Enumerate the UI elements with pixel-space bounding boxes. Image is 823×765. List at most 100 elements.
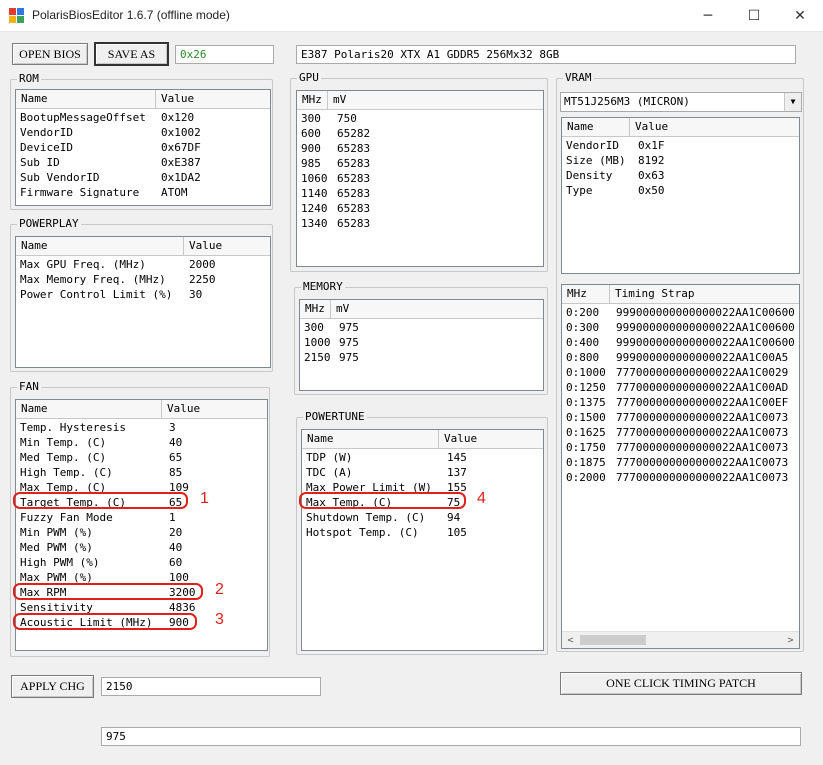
gpu-row[interactable]: 600 65282 xyxy=(297,126,543,141)
powertune-cell-value: 145 xyxy=(447,451,467,464)
fan-cell-name: High Temp. (C) xyxy=(20,466,113,479)
gpu-col-mhz[interactable]: MHz xyxy=(297,91,328,109)
fan-row[interactable]: Min PWM (%) 20 xyxy=(16,525,267,540)
rom-row[interactable]: DeviceID 0x67DF xyxy=(16,140,270,155)
rom-list[interactable]: Name Value BootupMessageOffset 0x120 Vendo… xyxy=(15,89,271,206)
bios-name-field[interactable]: E387 Polaris20 XTX A1 GDDR5 256Mx32 8GB xyxy=(296,45,796,64)
vram-cell-name: Size (MB) xyxy=(566,154,626,167)
gpu-row[interactable]: 1340 65283 xyxy=(297,216,543,231)
memory-col-mv[interactable]: mV xyxy=(331,300,543,318)
powertune-row[interactable]: TDC (A) 137 xyxy=(302,465,543,480)
gpu-row[interactable]: 1140 65283 xyxy=(297,186,543,201)
timing-row[interactable]: 0:1250 777000000000000022AA1C00AD xyxy=(562,380,799,395)
timing-row[interactable]: 0:300 999000000000000022AA1C00600 xyxy=(562,320,799,335)
scrollbar-thumb[interactable] xyxy=(580,635,646,645)
one-click-timing-patch-button[interactable]: ONE CLICK TIMING PATCH xyxy=(560,672,802,695)
gpu-row[interactable]: 300 750 xyxy=(297,111,543,126)
powerplay-list[interactable]: Name Value Max GPU Freq. (MHz) 2000 Max Me… xyxy=(15,236,271,368)
powerplay-row[interactable]: Max GPU Freq. (MHz) 2000 xyxy=(16,257,270,272)
timing-row[interactable]: 0:1750 777000000000000022AA1C0073 xyxy=(562,440,799,455)
gpu-col-mv[interactable]: mV xyxy=(328,91,543,109)
rom-row[interactable]: Firmware Signature ATOM xyxy=(16,185,270,200)
vram-row[interactable]: VendorID 0x1F xyxy=(562,138,799,153)
memory-row[interactable]: 1000 975 xyxy=(300,335,543,350)
edit-value2-field[interactable]: 975 xyxy=(101,727,801,746)
timing-row[interactable]: 0:200 999000000000000022AA1C00600 xyxy=(562,305,799,320)
open-bios-button[interactable]: OPEN BIOS xyxy=(12,43,88,65)
timing-strap-list[interactable]: MHz Timing Strap 0:200 999000000000000022… xyxy=(561,284,800,649)
powertune-row[interactable]: Shutdown Temp. (C) 94 xyxy=(302,510,543,525)
gpu-row[interactable]: 900 65283 xyxy=(297,141,543,156)
vram-col-value[interactable]: Value xyxy=(630,118,799,136)
fan-row[interactable]: High Temp. (C) 85 xyxy=(16,465,267,480)
fan-col-name[interactable]: Name xyxy=(16,400,162,418)
powertune-row[interactable]: Hotspot Temp. (C) 105 xyxy=(302,525,543,540)
vram-info-list[interactable]: Name Value VendorID 0x1F Size (MB) 8192 Dens… xyxy=(561,117,800,274)
powerplay-row[interactable]: Power Control Limit (%) 30 xyxy=(16,287,270,302)
rom-row[interactable]: VendorID 0x1002 xyxy=(16,125,270,140)
rom-col-name[interactable]: Name xyxy=(16,90,156,108)
memory-row[interactable]: 2150 975 xyxy=(300,350,543,365)
memory-col-mhz[interactable]: MHz xyxy=(300,300,331,318)
timing-row[interactable]: 0:2000 777000000000000022AA1C0073 xyxy=(562,470,799,485)
scroll-left-icon[interactable]: < xyxy=(562,632,579,648)
gpu-group: GPU MHz mV 300 750 600 65282 900 65283 985 6528… xyxy=(290,71,548,272)
powertune-cell-name: Shutdown Temp. (C) xyxy=(306,511,426,524)
gpu-list[interactable]: MHz mV 300 750 600 65282 900 65283 985 65283 106… xyxy=(296,90,544,267)
gpu-row[interactable]: 1240 65283 xyxy=(297,201,543,216)
timing-row[interactable]: 0:1875 777000000000000022AA1C0073 xyxy=(562,455,799,470)
close-button[interactable]: ✕ xyxy=(777,0,823,32)
timing-row[interactable]: 0:400 999000000000000022AA1C00600 xyxy=(562,335,799,350)
vram-row[interactable]: Size (MB) 8192 xyxy=(562,153,799,168)
fan-cell-value: 3 xyxy=(169,421,176,434)
fan-row[interactable]: Min Temp. (C) 40 xyxy=(16,435,267,450)
vram-col-name[interactable]: Name xyxy=(562,118,630,136)
timing-col-strap[interactable]: Timing Strap xyxy=(610,285,799,303)
fan-row[interactable]: Med Temp. (C) 65 xyxy=(16,450,267,465)
powerplay-col-name[interactable]: Name xyxy=(16,237,184,255)
powerplay-rows: Max GPU Freq. (MHz) 2000 Max Memory Freq. … xyxy=(16,256,270,302)
save-as-button[interactable]: SAVE AS xyxy=(94,42,169,66)
fan-row[interactable]: Temp. Hysteresis 3 xyxy=(16,420,267,435)
gpu-row[interactable]: 1060 65283 xyxy=(297,171,543,186)
rom-row[interactable]: Sub ID 0xE387 xyxy=(16,155,270,170)
fan-row[interactable]: Fuzzy Fan Mode 1 xyxy=(16,510,267,525)
timing-row[interactable]: 0:1500 777000000000000022AA1C0073 xyxy=(562,410,799,425)
apply-chg-button[interactable]: APPLY CHG xyxy=(11,675,94,698)
gpu-row[interactable]: 985 65283 xyxy=(297,156,543,171)
scroll-right-icon[interactable]: > xyxy=(782,632,799,648)
timing-rows: 0:200 999000000000000022AA1C00600 0:300 999… xyxy=(562,304,799,485)
vram-chip-select[interactable]: MT51J256M3 (MICRON) ▼ xyxy=(560,92,802,112)
timing-row[interactable]: 0:1625 777000000000000022AA1C0073 xyxy=(562,425,799,440)
timing-col-mhz[interactable]: MHz xyxy=(562,285,610,303)
checksum-field[interactable]: 0x26 xyxy=(175,45,274,64)
horizontal-scrollbar[interactable]: < > xyxy=(562,631,799,648)
vram-row[interactable]: Type 0x50 xyxy=(562,183,799,198)
chevron-down-icon[interactable]: ▼ xyxy=(784,93,801,111)
powertune-list[interactable]: Name Value TDP (W) 145 TDC (A) 137 Max Power… xyxy=(301,429,544,651)
minimize-button[interactable]: ─ xyxy=(685,0,731,32)
rom-row[interactable]: BootupMessageOffset 0x120 xyxy=(16,110,270,125)
timing-cell-name: 0:300 xyxy=(566,321,600,334)
powertune-col-name[interactable]: Name xyxy=(302,430,439,448)
fan-col-value[interactable]: Value xyxy=(162,400,267,418)
rom-cell-value: 0xE387 xyxy=(161,156,201,169)
vram-row[interactable]: Density 0x63 xyxy=(562,168,799,183)
powerplay-row[interactable]: Max Memory Freq. (MHz) 2250 xyxy=(16,272,270,287)
rom-cell-name: Sub VendorID xyxy=(20,171,100,184)
gpu-cell-name: 900 xyxy=(301,142,321,155)
memory-row[interactable]: 300 975 xyxy=(300,320,543,335)
timing-row[interactable]: 0:800 999000000000000022AA1C00A5 xyxy=(562,350,799,365)
powerplay-col-value[interactable]: Value xyxy=(184,237,270,255)
rom-row[interactable]: Sub VendorID 0x1DA2 xyxy=(16,170,270,185)
powertune-row[interactable]: TDP (W) 145 xyxy=(302,450,543,465)
maximize-button[interactable]: ☐ xyxy=(731,0,777,32)
timing-row[interactable]: 0:1375 777000000000000022AA1C00EF xyxy=(562,395,799,410)
fan-row[interactable]: Med PWM (%) 40 xyxy=(16,540,267,555)
memory-list[interactable]: MHz mV 300 975 1000 975 2150 975 xyxy=(299,299,544,391)
powertune-col-value[interactable]: Value xyxy=(439,430,543,448)
timing-row[interactable]: 0:1000 777000000000000022AA1C0029 xyxy=(562,365,799,380)
edit-value-field[interactable]: 2150 xyxy=(101,677,321,696)
fan-row[interactable]: High PWM (%) 60 xyxy=(16,555,267,570)
rom-col-value[interactable]: Value xyxy=(156,90,270,108)
